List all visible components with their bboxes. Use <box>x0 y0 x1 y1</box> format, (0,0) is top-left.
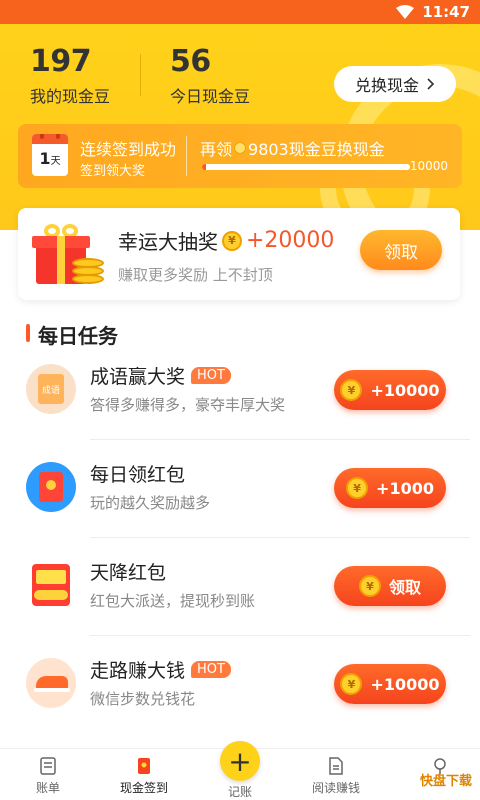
nav-label: 记账 <box>227 785 252 799</box>
task-reward-label: +10000 <box>370 674 440 694</box>
document-icon <box>329 757 343 775</box>
watermark: 快盘下载 <box>419 774 472 789</box>
plus-icon: + <box>228 744 252 778</box>
bottom-nav: 账单 现金签到 + 记账 阅读赚钱 <box>0 741 480 800</box>
hot-badge: HOT <box>191 661 231 678</box>
task-title: 成语赢大奖 <box>90 366 186 388</box>
task-reward-label: +1000 <box>376 478 434 498</box>
lottery-title-row: 幸运大抽奖 ¥ +20000 <box>118 226 334 255</box>
red-envelope-icon <box>138 758 150 774</box>
nav-label: 账单 <box>35 781 60 795</box>
task-reward-button[interactable]: ¥ +1000 <box>334 468 446 508</box>
nav-item-bill[interactable]: 账单 <box>8 757 88 796</box>
task-reward-label: 领取 <box>388 578 421 597</box>
bill-icon <box>40 757 56 775</box>
lottery-amount: +20000 <box>246 228 335 253</box>
status-bar: 11:47 <box>0 0 480 24</box>
shoe-icon <box>26 658 76 708</box>
task-subtitle: 玩的越久奖励越多 <box>90 494 211 512</box>
signin-subtitle: 签到领大奖 <box>80 164 146 179</box>
task-title: 天降红包 <box>90 562 167 584</box>
calendar-unit: 天 <box>50 156 61 167</box>
calendar-icon: 1天 <box>32 134 68 176</box>
task-walk[interactable]: 走路赚大钱 HOT 微信步数兑钱花 ¥ +10000 <box>0 636 480 734</box>
task-title: 走路赚大钱 <box>90 660 186 682</box>
wifi-icon <box>396 5 414 19</box>
signin-title: 连续签到成功 <box>80 140 177 159</box>
cash-balance-label: 我的现金豆 <box>30 87 111 106</box>
clock: 11:47 <box>422 3 470 21</box>
red-envelope-icon <box>26 462 76 512</box>
nav-label: 现金签到 <box>119 781 168 795</box>
task-reward-button[interactable]: ¥ +10000 <box>334 370 446 410</box>
task-reward-button[interactable]: ¥ +10000 <box>334 664 446 704</box>
task-title-row: 每日领红包 <box>90 460 185 487</box>
exchange-cash-label: 兑换现金 <box>354 76 419 95</box>
task-title-row: 走路赚大钱 HOT <box>90 656 231 683</box>
coin-icon <box>234 142 247 154</box>
coin-icon: ¥ <box>340 379 363 401</box>
nav-item-cash-signin[interactable]: 现金签到 <box>104 757 184 796</box>
coin-icon: ¥ <box>358 575 381 597</box>
today-balance-label: 今日现金豆 <box>170 87 251 106</box>
coin-icon: ¥ <box>346 477 369 499</box>
goal-suffix: 9803现金豆换现金 <box>248 140 385 159</box>
task-subtitle: 答得多赚得多，豪夺丰厚大奖 <box>90 396 286 414</box>
nav-item-read-earn[interactable]: 阅读赚钱 <box>296 757 376 796</box>
task-subtitle: 红包大派送，提现秒到账 <box>90 592 256 610</box>
cash-balance-value: 197 <box>30 44 92 79</box>
task-title-row: 天降红包 <box>90 558 166 585</box>
signin-divider <box>186 136 187 176</box>
gift-box-icon <box>32 222 106 286</box>
signin-card[interactable]: 1天 连续签到成功 签到领大奖 再领 9803现金豆换现金 10000 <box>18 124 462 188</box>
chevron-right-icon <box>427 78 435 90</box>
signin-progress-bar <box>202 164 410 170</box>
falling-red-envelope-icon <box>26 560 76 610</box>
add-record-button[interactable]: + <box>220 741 260 781</box>
today-balance[interactable]: 56 今日现金豆 <box>170 44 250 107</box>
task-reward-button[interactable]: ¥ 领取 <box>334 566 446 606</box>
hot-badge: HOT <box>191 367 231 384</box>
task-hongbao[interactable]: 每日领红包 玩的越久奖励越多 ¥ +1000 <box>0 440 480 538</box>
idiom-book-label: 成语 <box>38 374 64 404</box>
task-title-row: 成语赢大奖 HOT <box>90 362 231 389</box>
exchange-cash-button[interactable]: 兑换现金 <box>334 66 456 102</box>
signin-goal: 再领 9803现金豆换现金 <box>200 136 385 160</box>
coin-icon: ¥ <box>222 230 242 251</box>
lottery-card[interactable]: 幸运大抽奖 ¥ +20000 赚取更多奖励 上不封顶 领取 <box>18 208 460 300</box>
today-balance-value: 56 <box>170 44 211 79</box>
idiom-book-icon: 成语 <box>26 364 76 414</box>
task-sky-hongbao[interactable]: 天降红包 红包大派送，提现秒到账 ¥ 领取 <box>0 538 480 636</box>
goal-prefix: 再领 <box>200 140 233 159</box>
cash-balance[interactable]: 197 我的现金豆 <box>30 44 110 107</box>
lottery-title: 幸运大抽奖 <box>118 230 218 254</box>
progress-max: 10000 <box>409 159 448 173</box>
nav-label: 阅读赚钱 <box>311 781 360 795</box>
task-subtitle: 微信步数兑钱花 <box>90 690 196 708</box>
lottery-claim-button[interactable]: 领取 <box>360 230 442 270</box>
lottery-subtitle: 赚取更多奖励 上不封顶 <box>118 266 273 284</box>
task-idiom[interactable]: 成语 成语赢大奖 HOT 答得多赚得多，豪夺丰厚大奖 ¥ +10000 <box>0 342 480 440</box>
stat-divider <box>140 54 141 96</box>
coin-icon: ¥ <box>340 673 363 695</box>
task-title: 每日领红包 <box>90 464 186 486</box>
task-reward-label: +10000 <box>370 380 440 400</box>
calendar-day: 1 <box>39 149 51 168</box>
signin-progress-fill <box>202 164 207 170</box>
